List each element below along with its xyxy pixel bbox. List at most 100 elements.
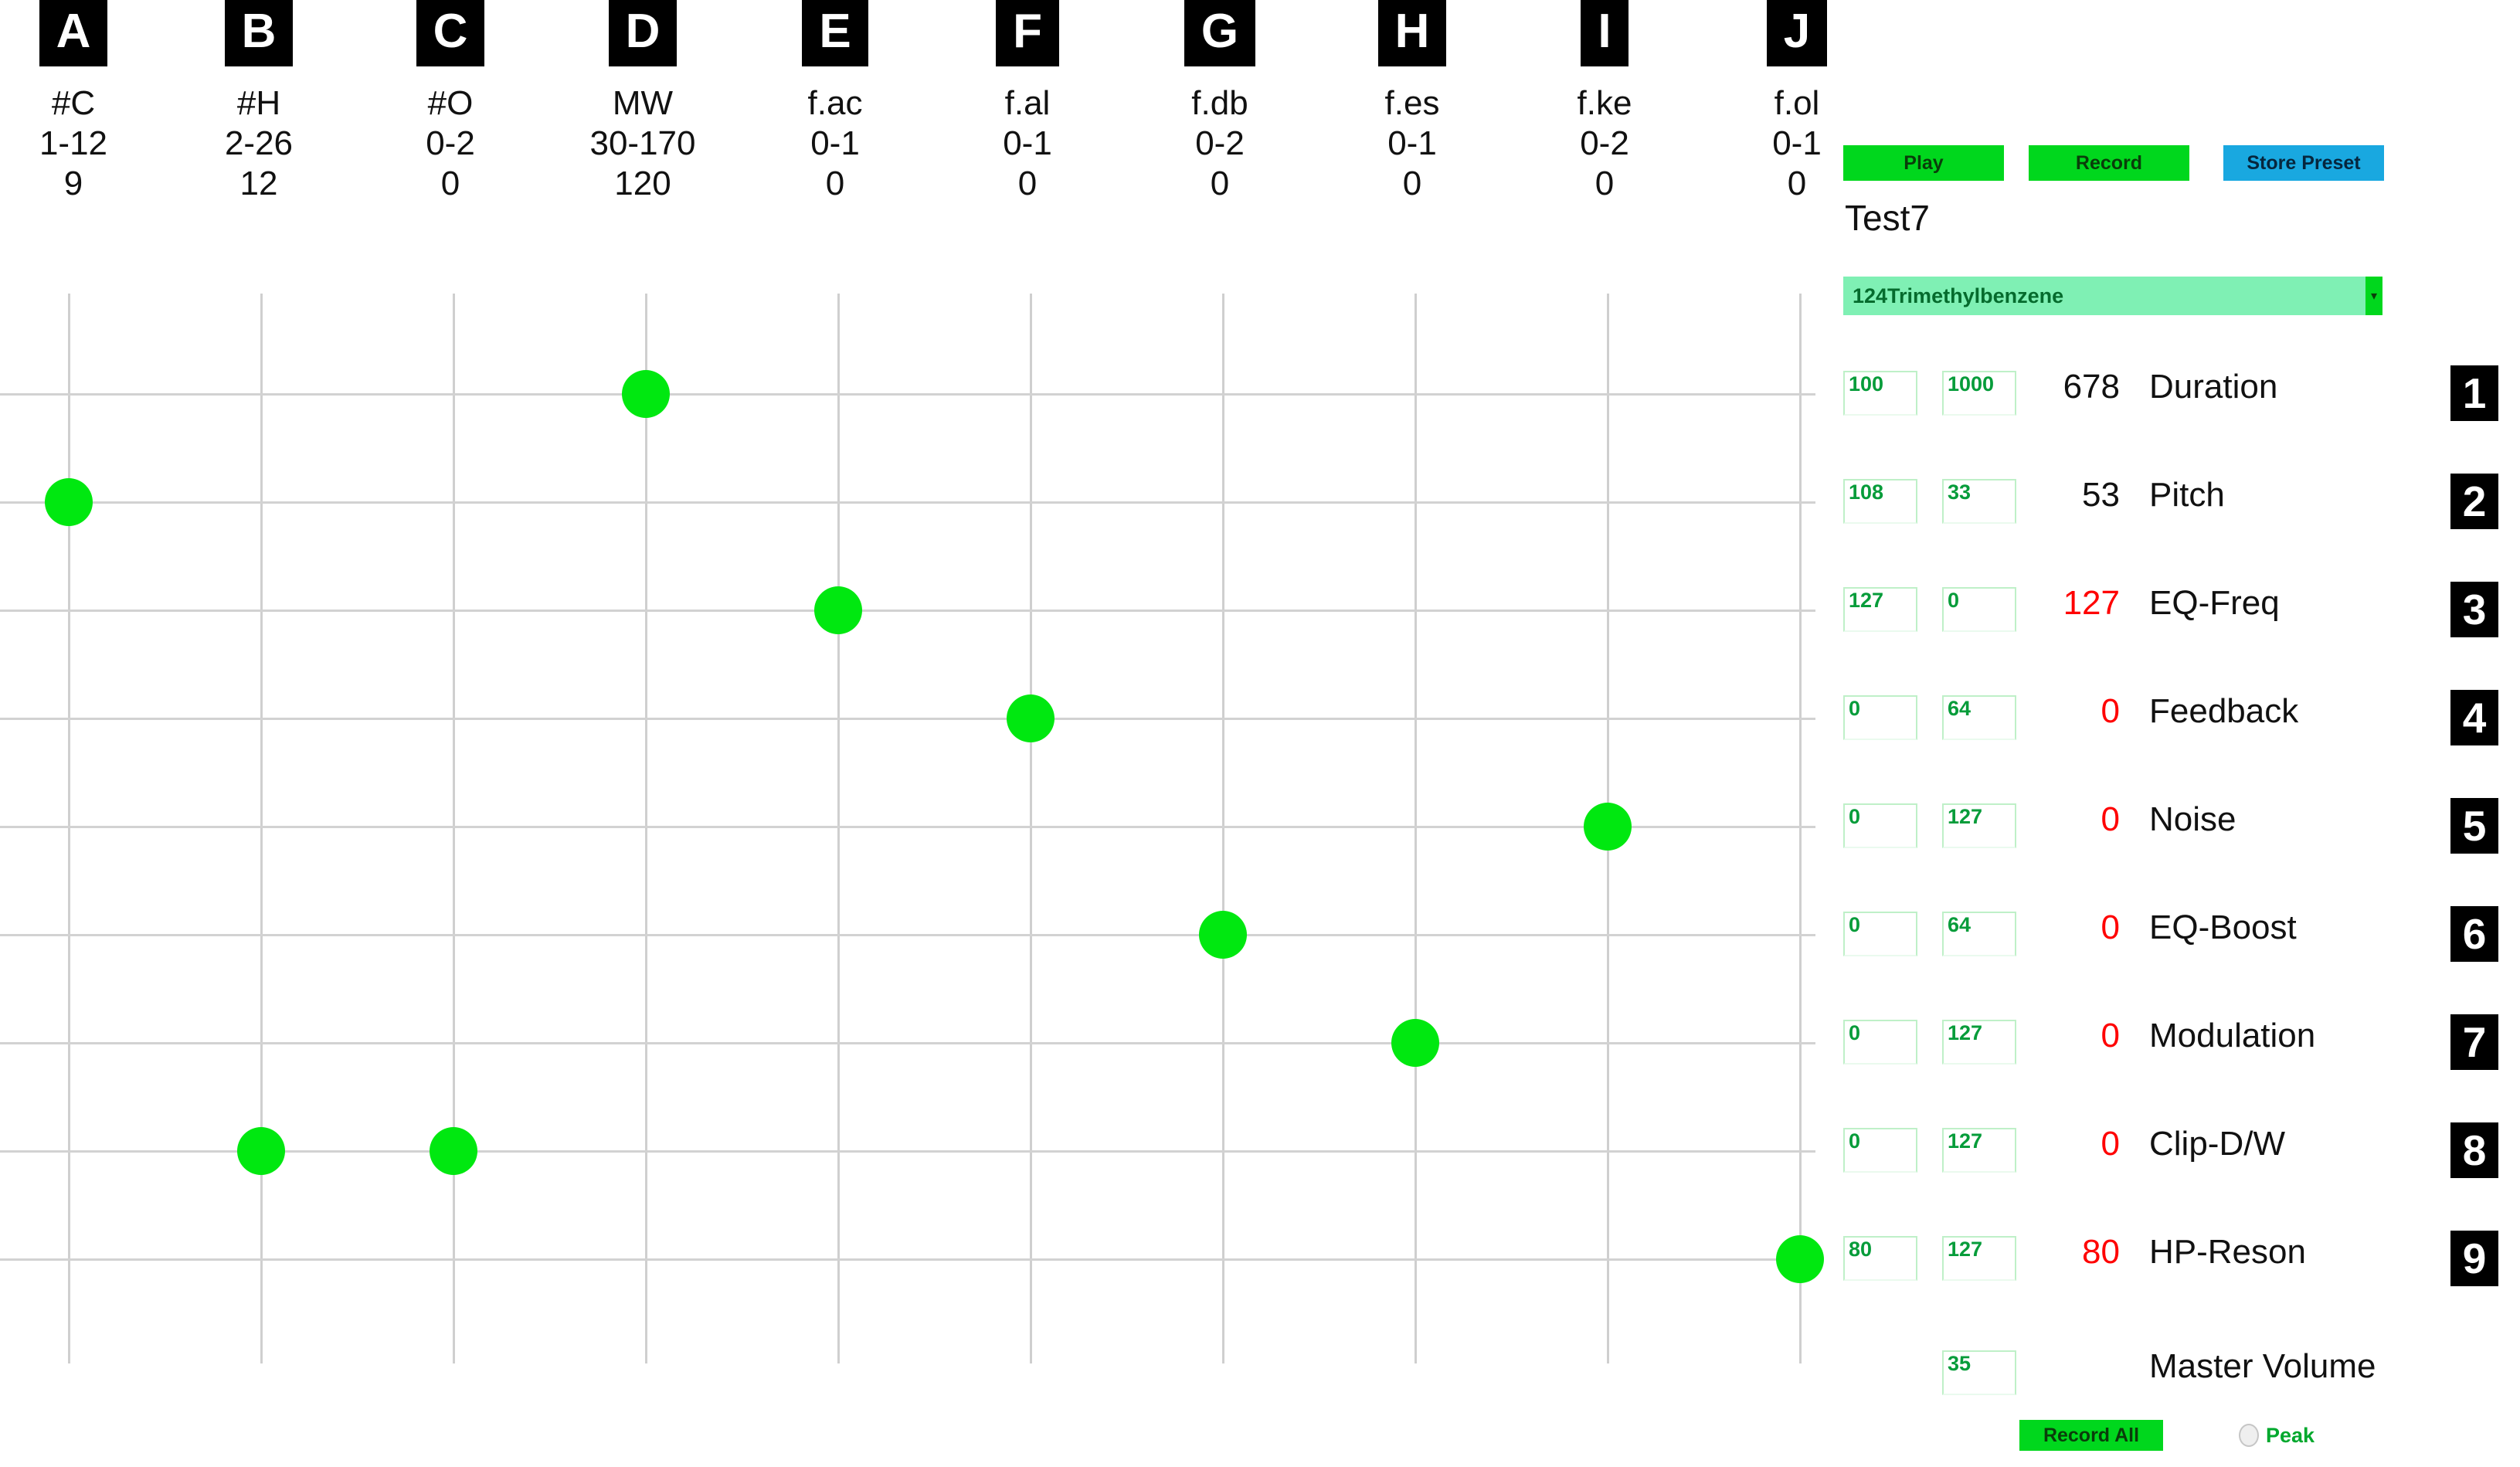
column-descriptor-range: 0-2 xyxy=(426,124,475,162)
mapping-dot-h[interactable] xyxy=(1391,1019,1439,1067)
mapping-dot-f[interactable] xyxy=(1007,694,1055,742)
parameter-row-eq-freq: 127 0 127 EQ-Freq xyxy=(1843,584,2415,632)
preset-name-label: Test7 xyxy=(1845,198,1930,238)
column-descriptor-range: 0-1 xyxy=(1003,124,1052,162)
param-label: Modulation xyxy=(2149,1017,2316,1054)
row-badge-3[interactable]: 3 xyxy=(2450,582,2498,637)
play-button[interactable]: Play xyxy=(1843,145,2004,181)
column-badge-e[interactable]: E xyxy=(802,0,868,66)
param-current-value: 0 xyxy=(2101,908,2120,946)
column-descriptor-value: 0 xyxy=(1402,164,1422,202)
parameter-mapping-grid[interactable] xyxy=(0,294,1824,1391)
param-label: Noise xyxy=(2149,800,2236,838)
mapping-dot-c[interactable] xyxy=(430,1127,477,1175)
column-descriptor-name: f.al xyxy=(1004,84,1051,122)
param-max-input[interactable]: 1000 xyxy=(1942,371,2016,416)
column-header-row: A #C 1-12 9 B #H 2-26 12 C #O 0-2 0 D MW 30-170 120 Ef.a… xyxy=(0,0,1828,294)
param-min-input[interactable]: 80 xyxy=(1843,1236,1917,1281)
param-current-value: 127 xyxy=(2063,584,2120,622)
param-min-input[interactable]: 0 xyxy=(1843,912,1917,956)
row-badge-5[interactable]: 5 xyxy=(2450,798,2498,854)
param-label: Clip-D/W xyxy=(2149,1125,2285,1163)
column-descriptor-value: 0 xyxy=(440,164,460,202)
param-min-input[interactable]: 0 xyxy=(1843,803,1917,848)
row-badge-6[interactable]: 6 xyxy=(2450,906,2498,962)
column-descriptor-value: 12 xyxy=(239,164,278,202)
param-max-input[interactable]: 64 xyxy=(1942,912,2016,956)
grid-vline-a xyxy=(68,294,70,1363)
column-descriptor-name: MW xyxy=(612,84,674,122)
column-badge-f[interactable]: F xyxy=(996,0,1059,66)
record-button[interactable]: Record xyxy=(2029,145,2189,181)
param-min-input[interactable]: 0 xyxy=(1843,1020,1917,1065)
grid-vline-c xyxy=(453,294,455,1363)
column-badge-j[interactable]: J xyxy=(1766,0,1828,66)
column-header-i: If.ke 0-2 0 xyxy=(1527,0,1682,204)
column-badge-i[interactable]: I xyxy=(1581,0,1628,66)
transport-button-row: Play Record Store Preset xyxy=(1843,145,2415,181)
store-preset-button[interactable]: Store Preset xyxy=(2223,145,2384,181)
mapping-dot-d[interactable] xyxy=(622,370,670,418)
peak-indicator: Peak xyxy=(2239,1420,2315,1451)
param-min-input[interactable]: 108 xyxy=(1843,479,1917,524)
param-max-input[interactable]: 64 xyxy=(1942,695,2016,740)
row-badge-1[interactable]: 1 xyxy=(2450,365,2498,421)
param-label: Pitch xyxy=(2149,476,2225,514)
mapping-dot-a[interactable] xyxy=(45,478,93,526)
param-max-input[interactable]: 33 xyxy=(1942,479,2016,524)
column-badge-a[interactable]: A xyxy=(39,0,108,66)
row-badge-2[interactable]: 2 xyxy=(2450,474,2498,529)
grid-hline-4 xyxy=(0,826,1815,828)
column-badge-h[interactable]: H xyxy=(1377,0,1447,66)
parameter-row-eq-boost: 0 64 0 EQ-Boost xyxy=(1843,908,2415,956)
row-badge-9[interactable]: 9 xyxy=(2450,1231,2498,1286)
param-label: EQ-Boost xyxy=(2149,908,2297,946)
compound-select-value: 124Trimethylbenzene xyxy=(1853,284,2064,307)
row-badge-7[interactable]: 7 xyxy=(2450,1014,2498,1070)
mapping-dot-g[interactable] xyxy=(1199,911,1247,959)
column-descriptor-name: #C xyxy=(51,84,96,122)
param-label: EQ-Freq xyxy=(2149,584,2280,622)
param-max-input[interactable]: 127 xyxy=(1942,1128,2016,1173)
column-badge-g[interactable]: G xyxy=(1184,0,1256,66)
param-min-input[interactable]: 0 xyxy=(1843,1128,1917,1173)
grid-hline-2 xyxy=(0,610,1815,612)
master-volume-label: Master Volume xyxy=(2149,1347,2376,1385)
column-descriptor-value: 120 xyxy=(614,164,671,202)
column-header-f: Ff.al 0-1 0 xyxy=(950,0,1105,204)
column-descriptor-range: 30-170 xyxy=(589,124,696,162)
param-min-input[interactable]: 0 xyxy=(1843,695,1917,740)
param-max-input[interactable]: 127 xyxy=(1942,1020,2016,1065)
column-descriptor-name: f.es xyxy=(1384,84,1440,122)
mapping-dot-e[interactable] xyxy=(814,586,862,634)
control-panel: Play Record Store Preset Test7 124Trimet… xyxy=(1843,0,2415,1467)
parameter-row-clip-d-w: 0 127 0 Clip-D/W xyxy=(1843,1125,2415,1173)
row-badge-8[interactable]: 8 xyxy=(2450,1122,2498,1178)
param-min-input[interactable]: 100 xyxy=(1843,371,1917,416)
parameter-row-noise: 0 127 0 Noise xyxy=(1843,800,2415,848)
peak-led-icon xyxy=(2239,1424,2259,1447)
param-min-input[interactable]: 127 xyxy=(1843,587,1917,632)
parameter-row-hp-reson: 80 127 80 HP-Reson xyxy=(1843,1233,2415,1281)
row-badge-4[interactable]: 4 xyxy=(2450,690,2498,745)
column-descriptor-value: 0 xyxy=(1210,164,1230,202)
column-badge-b[interactable]: B xyxy=(224,0,294,66)
master-volume-input[interactable]: 35 xyxy=(1942,1350,2016,1395)
mapping-dot-b[interactable] xyxy=(237,1127,285,1175)
compound-select[interactable]: 124Trimethylbenzene ▾ xyxy=(1843,277,2382,315)
parameter-row-duration: 100 1000 678 Duration xyxy=(1843,368,2415,416)
param-max-input[interactable]: 127 xyxy=(1942,1236,2016,1281)
record-all-button[interactable]: Record All xyxy=(2019,1420,2163,1451)
mapping-dot-i[interactable] xyxy=(1584,803,1632,851)
column-descriptor-name: f.ac xyxy=(807,84,863,122)
param-max-input[interactable]: 0 xyxy=(1942,587,2016,632)
grid-vline-e xyxy=(837,294,840,1363)
grid-hline-3 xyxy=(0,718,1815,720)
column-badge-d[interactable]: D xyxy=(608,0,678,66)
column-badge-c[interactable]: C xyxy=(416,0,485,66)
param-label: Feedback xyxy=(2149,692,2299,730)
parameter-row-pitch: 108 33 53 Pitch xyxy=(1843,476,2415,524)
column-descriptor-name: f.ke xyxy=(1577,84,1632,122)
mapping-dot-j[interactable] xyxy=(1776,1235,1824,1283)
param-max-input[interactable]: 127 xyxy=(1942,803,2016,848)
